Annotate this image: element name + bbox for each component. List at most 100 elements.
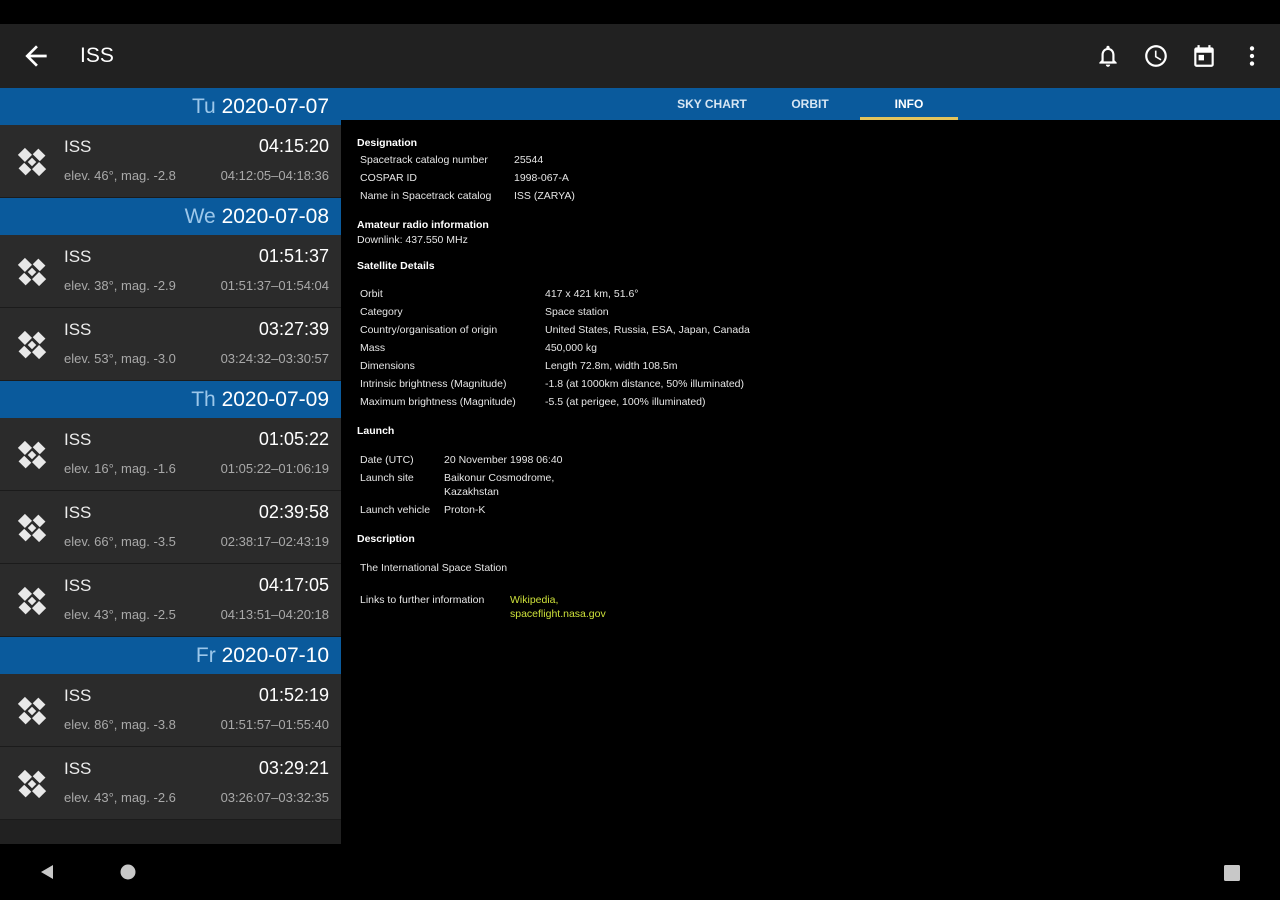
- day-date: 2020-07-10: [221, 644, 329, 667]
- pass-range: 03:24:32–03:30:57: [220, 351, 329, 366]
- info-label: COSPAR ID: [360, 172, 417, 184]
- info-value: 1998-067-A: [514, 172, 569, 184]
- info-label: Spacetrack catalog number: [360, 154, 488, 166]
- tab-bar: SKY CHART ORBIT INFO: [341, 88, 1280, 120]
- info-label: Category: [360, 306, 403, 318]
- day-header: Tu 2020-07-07: [0, 88, 341, 125]
- pass-range: 01:51:57–01:55:40: [220, 717, 329, 732]
- info-label: Launch site: [360, 472, 414, 484]
- info-value: ISS (ZARYA): [514, 190, 575, 202]
- section-description: Description: [357, 533, 415, 545]
- pass-elevation: elev. 43°, mag. -2.5: [64, 607, 176, 622]
- pass-time: 03:29:21: [258, 758, 329, 778]
- nav-back-icon[interactable]: [38, 863, 56, 881]
- calendar-icon[interactable]: [1188, 40, 1220, 72]
- tab-sky-chart[interactable]: SKY CHART: [663, 88, 761, 120]
- info-value: 417 x 421 km, 51.6°: [545, 288, 639, 300]
- pass-time: 03:27:39: [258, 319, 329, 339]
- tab-info[interactable]: INFO: [860, 88, 958, 120]
- day-weekday: Th: [191, 388, 216, 411]
- pass-list[interactable]: Tu 2020-07-07 ISS 04:15:20 elev. 46°, ma…: [0, 88, 341, 844]
- radio-downlink: Downlink: 437.550 MHz: [357, 234, 468, 246]
- info-value: 20 November 1998 06:40: [444, 454, 563, 466]
- info-label: Orbit: [360, 288, 383, 300]
- pass-range: 02:38:17–02:43:19: [220, 534, 329, 549]
- pass-elevation: elev. 86°, mag. -3.8: [64, 717, 176, 732]
- pass-name: ISS: [64, 503, 92, 522]
- day-date: 2020-07-07: [221, 95, 329, 118]
- satellite-icon: [17, 330, 47, 360]
- pass-elevation: elev. 43°, mag. -2.6: [64, 790, 176, 805]
- info-label: Name in Spacetrack catalog: [360, 190, 492, 202]
- pass-name: ISS: [64, 430, 92, 449]
- pass-elevation: elev. 66°, mag. -3.5: [64, 534, 176, 549]
- info-value: 450,000 kg: [545, 342, 597, 354]
- pass-range: 04:12:05–04:18:36: [220, 168, 329, 183]
- pass-row[interactable]: ISS 03:27:39 elev. 53°, mag. -3.0 03:24:…: [0, 308, 341, 381]
- satellite-icon: [17, 257, 47, 287]
- pass-time: 04:17:05: [258, 575, 329, 595]
- pass-row[interactable]: ISS 01:52:19 elev. 86°, mag. -3.8 01:51:…: [0, 674, 341, 747]
- nav-home-icon[interactable]: [119, 863, 137, 881]
- info-label: Launch vehicle: [360, 504, 431, 516]
- satellite-icon: [17, 440, 47, 470]
- pass-row[interactable]: ISS 04:17:05 elev. 43°, mag. -2.5 04:13:…: [0, 564, 341, 637]
- link-wikipedia[interactable]: Wikipedia,: [510, 594, 558, 606]
- day-weekday: Fr: [195, 644, 216, 667]
- link-nasa[interactable]: spaceflight.nasa.gov: [510, 608, 606, 620]
- clock-icon[interactable]: [1140, 40, 1172, 72]
- day-header: Th 2020-07-09: [0, 381, 341, 418]
- satellite-icon: [17, 513, 47, 543]
- pass-time: 01:51:37: [258, 246, 329, 266]
- system-nav-bar: [0, 844, 1280, 900]
- pass-row[interactable]: ISS 02:39:58 elev. 66°, mag. -3.5 02:38:…: [0, 491, 341, 564]
- info-label: Intrinsic brightness (Magnitude): [360, 378, 507, 390]
- info-value: 25544: [514, 154, 544, 166]
- satellite-icon: [17, 147, 47, 177]
- pass-time: 02:39:58: [258, 502, 329, 522]
- pass-range: 01:51:37–01:54:04: [220, 278, 329, 293]
- pass-row[interactable]: ISS 04:15:20 elev. 46°, mag. -2.8 04:12:…: [0, 125, 341, 198]
- day-weekday: Tu: [192, 95, 216, 118]
- pass-row[interactable]: ISS 03:29:21 elev. 43°, mag. -2.6 03:26:…: [0, 747, 341, 820]
- pass-name: ISS: [64, 247, 92, 266]
- info-value: -1.8 (at 1000km distance, 50% illuminate…: [545, 378, 745, 390]
- info-label: Maximum brightness (Magnitude): [360, 396, 516, 408]
- pass-name: ISS: [64, 576, 92, 595]
- info-value: United States, Russia, ESA, Japan, Canad…: [545, 324, 750, 336]
- info-value: Space station: [545, 306, 609, 318]
- pass-elevation: elev. 38°, mag. -2.9: [64, 278, 176, 293]
- status-bar: [0, 0, 1280, 24]
- arrow-back-icon[interactable]: [20, 40, 52, 72]
- day-date: 2020-07-09: [221, 388, 329, 411]
- section-radio: Amateur radio information: [357, 219, 489, 231]
- links-label: Links to further information: [360, 594, 485, 606]
- info-value: -5.5 (at perigee, 100% illuminated): [545, 396, 706, 408]
- pass-row[interactable]: ISS 01:51:37 elev. 38°, mag. -2.9 01:51:…: [0, 235, 341, 308]
- tab-orbit[interactable]: ORBIT: [761, 88, 859, 120]
- pass-row[interactable]: ISS 01:05:22 elev. 16°, mag. -1.6 01:05:…: [0, 418, 341, 491]
- nav-recents-icon[interactable]: [1223, 864, 1241, 882]
- info-value: Baikonur Cosmodrome,: [444, 472, 555, 484]
- pass-time: 01:05:22: [258, 429, 329, 449]
- more-vert-icon[interactable]: [1236, 40, 1268, 72]
- day-header: Fr 2020-07-10: [0, 637, 341, 674]
- satellite-icon: [17, 769, 47, 799]
- toolbar-actions: [1092, 40, 1268, 72]
- pass-elevation: elev. 53°, mag. -3.0: [64, 351, 176, 366]
- pass-time: 04:15:20: [258, 136, 329, 156]
- pass-range: 04:13:51–04:20:18: [220, 607, 329, 622]
- pass-name: ISS: [64, 320, 92, 339]
- page-title: ISS: [80, 44, 114, 67]
- info-label: Date (UTC): [360, 454, 414, 466]
- satellite-icon: [17, 696, 47, 726]
- pass-range: 01:05:22–01:06:19: [220, 461, 329, 476]
- info-label: Dimensions: [360, 360, 415, 372]
- pass-name: ISS: [64, 686, 92, 705]
- description-text: The International Space Station: [360, 562, 508, 574]
- pass-name: ISS: [64, 137, 92, 156]
- bell-icon[interactable]: [1092, 40, 1124, 72]
- pass-elevation: elev. 16°, mag. -1.6: [64, 461, 176, 476]
- section-launch: Launch: [357, 425, 395, 437]
- pass-time: 01:52:19: [258, 685, 329, 705]
